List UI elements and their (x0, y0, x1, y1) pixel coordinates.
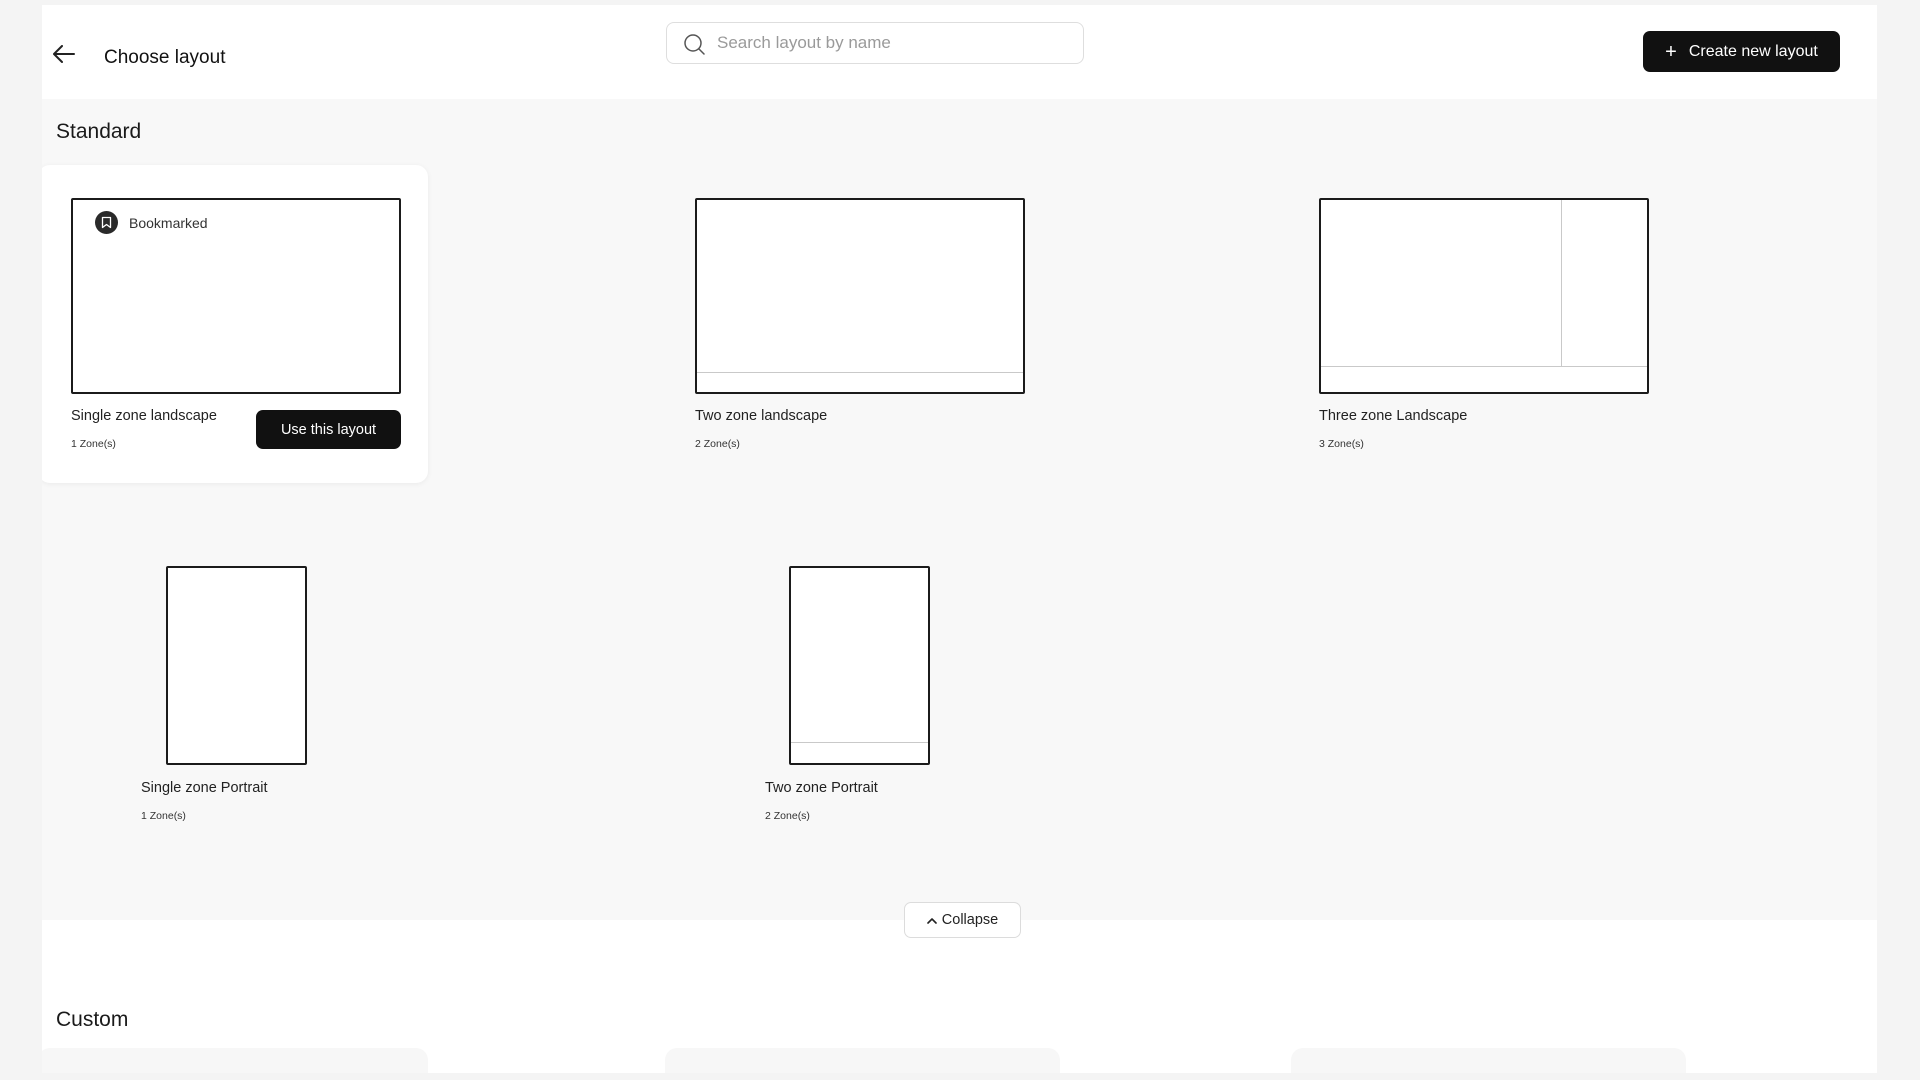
plus-icon: + (1665, 40, 1677, 63)
layout-thumbnail-single-zone-portrait[interactable] (166, 566, 307, 765)
layout-name: Two zone Portrait (765, 780, 878, 796)
page-title: Choose layout (104, 47, 226, 68)
top-bar: Choose layout + Create new layout (42, 5, 1877, 99)
search-box[interactable] (666, 22, 1084, 64)
custom-layout-card[interactable] (1291, 1048, 1686, 1073)
layout-thumbnail-three-zone-landscape[interactable] (1319, 198, 1649, 394)
layout-zone-count: 1 Zone(s) (141, 810, 186, 822)
collapse-label: Collapse (941, 912, 999, 928)
arrow-left-icon (53, 45, 75, 63)
layout-name: Three zone Landscape (1319, 408, 1468, 424)
back-button[interactable] (50, 40, 78, 68)
layout-thumbnail-single-zone-landscape[interactable]: Bookmarked (71, 198, 401, 394)
use-this-layout-button[interactable]: Use this layout (256, 410, 401, 449)
bookmark-badge[interactable]: Bookmarked (95, 211, 208, 234)
search-icon (684, 34, 705, 55)
layout-zone-count: 2 Zone(s) (765, 810, 810, 822)
zone-divider (791, 742, 928, 743)
layout-name: Two zone landscape (695, 408, 828, 424)
zone-divider (1561, 200, 1562, 366)
create-new-layout-button[interactable]: + Create new layout (1643, 31, 1840, 72)
bookmark-icon (95, 211, 118, 234)
layout-name: Single zone Portrait (141, 780, 268, 796)
layout-zone-count: 2 Zone(s) (695, 438, 740, 450)
custom-layout-card[interactable] (665, 1048, 1060, 1073)
layout-thumbnail-two-zone-landscape[interactable] (695, 198, 1025, 394)
search-input[interactable] (717, 23, 1073, 63)
layout-zone-count: 3 Zone(s) (1319, 438, 1364, 450)
layout-name: Single zone landscape (71, 408, 217, 424)
custom-layout-card[interactable] (42, 1048, 428, 1073)
section-title-custom: Custom (56, 1008, 129, 1031)
chevron-up-icon (926, 917, 937, 924)
collapse-button[interactable]: Collapse (904, 902, 1021, 938)
section-title-standard: Standard (56, 120, 142, 143)
layout-thumbnail-two-zone-portrait[interactable] (789, 566, 930, 765)
create-new-layout-label: Create new layout (1688, 42, 1818, 60)
bookmark-label: Bookmarked (129, 214, 208, 231)
layout-chooser-page: Choose layout + Create new layout Standa… (42, 5, 1877, 1073)
zone-divider (1321, 366, 1647, 367)
zone-divider (697, 372, 1023, 373)
layout-zone-count: 1 Zone(s) (71, 438, 116, 450)
